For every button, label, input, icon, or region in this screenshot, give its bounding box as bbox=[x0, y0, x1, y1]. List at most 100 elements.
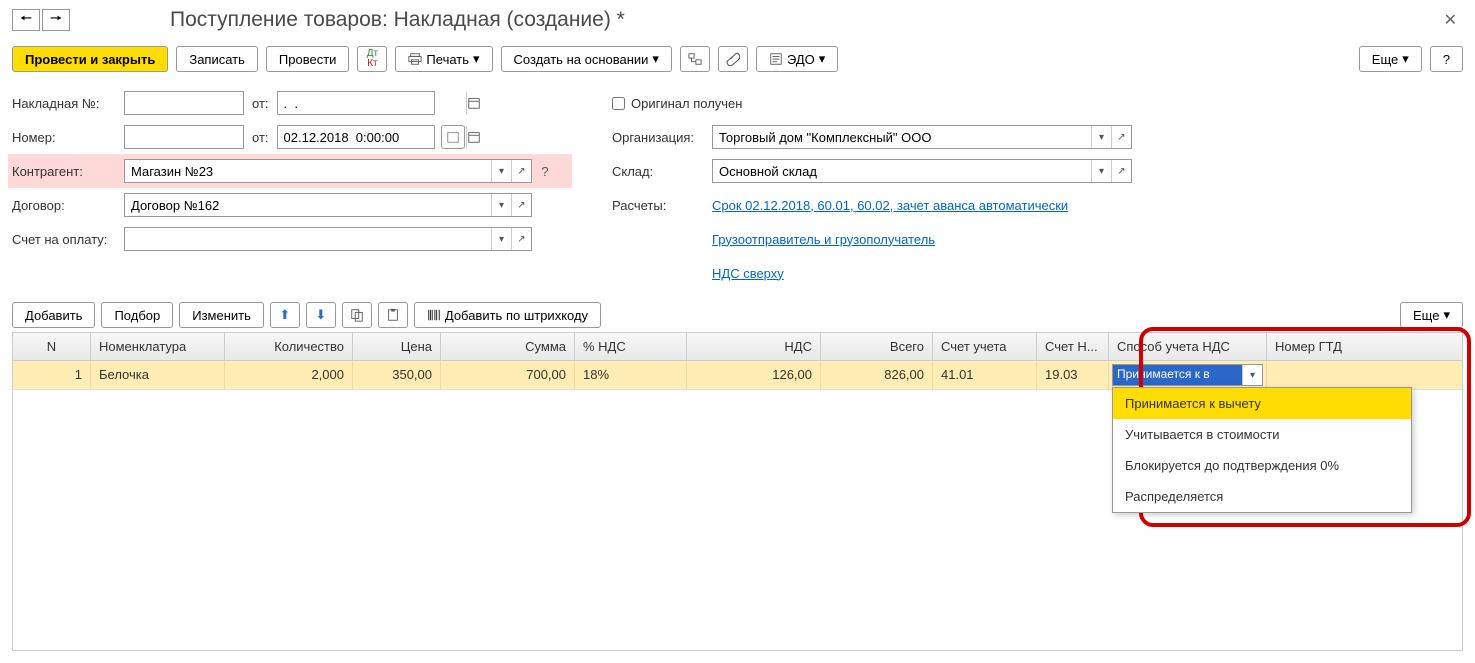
copy-button[interactable] bbox=[342, 302, 372, 328]
dropdown-item-1[interactable]: Учитывается в стоимости bbox=[1113, 419, 1411, 450]
nav-forward-button[interactable]: 🠖 bbox=[42, 9, 70, 31]
original-received-label: Оригинал получен bbox=[631, 96, 742, 111]
cell-gtd[interactable] bbox=[1267, 361, 1437, 389]
payacct-dropdown[interactable]: ▾ bbox=[491, 228, 511, 250]
table-edit-button[interactable]: Изменить bbox=[179, 302, 264, 328]
copy-icon bbox=[350, 308, 364, 322]
cell-acct[interactable]: 41.01 bbox=[933, 361, 1037, 389]
row-up-button[interactable]: ⬆ bbox=[270, 302, 300, 328]
table-pick-button[interactable]: Подбор bbox=[101, 302, 173, 328]
post-and-close-button[interactable]: Провести и закрыть bbox=[12, 46, 168, 72]
vatmethod-dropdown-button[interactable]: ▾ bbox=[1242, 365, 1262, 385]
help-button[interactable]: ? bbox=[1430, 46, 1463, 72]
shipper-link[interactable]: Грузоотправитель и грузополучатель bbox=[712, 232, 935, 247]
payacct-open[interactable]: ↗ bbox=[511, 228, 531, 250]
kontragent-help[interactable]: ? bbox=[536, 159, 554, 183]
org-input[interactable] bbox=[713, 126, 1091, 148]
col-n[interactable]: N bbox=[13, 333, 91, 360]
sklad-input[interactable] bbox=[713, 160, 1091, 182]
original-received-checkbox[interactable] bbox=[612, 97, 625, 110]
col-gtd[interactable]: Номер ГТД bbox=[1267, 333, 1437, 360]
row-down-button[interactable]: ⬇ bbox=[306, 302, 336, 328]
chevron-down-icon: ▾ bbox=[1443, 307, 1450, 323]
col-vatpct[interactable]: % НДС bbox=[575, 333, 687, 360]
table-more-button[interactable]: Еще ▾ bbox=[1400, 302, 1463, 328]
more-label: Еще bbox=[1372, 52, 1398, 67]
arrow-down-icon: ⬇ bbox=[315, 307, 326, 323]
col-acct[interactable]: Счет учета bbox=[933, 333, 1037, 360]
cell-acctn[interactable]: 19.03 bbox=[1037, 361, 1109, 389]
dropdown-item-0[interactable]: Принимается к вычету bbox=[1113, 388, 1411, 419]
raschety-label: Расчеты: bbox=[612, 198, 712, 213]
sklad-dropdown[interactable]: ▾ bbox=[1091, 160, 1111, 182]
col-qty[interactable]: Количество bbox=[225, 333, 353, 360]
cell-sum[interactable]: 700,00 bbox=[441, 361, 575, 389]
col-total[interactable]: Всего bbox=[821, 333, 933, 360]
calendar-button-2[interactable] bbox=[466, 126, 481, 148]
col-vatmethod[interactable]: Способ учета НДС bbox=[1109, 333, 1267, 360]
edo-icon bbox=[769, 52, 783, 66]
cell-nom[interactable]: Белочка bbox=[91, 361, 225, 389]
print-label: Печать bbox=[426, 52, 469, 67]
link-button[interactable] bbox=[680, 46, 710, 72]
edo-button[interactable]: ЭДО ▾ bbox=[756, 46, 838, 72]
dogovor-input[interactable] bbox=[125, 194, 491, 216]
more-button[interactable]: Еще ▾ bbox=[1359, 46, 1422, 72]
cell-vatmethod[interactable]: Принимается к в ▾ Принимается к вычету У… bbox=[1109, 361, 1267, 389]
sklad-open[interactable]: ↗ bbox=[1111, 160, 1131, 182]
calendar-button-1[interactable] bbox=[466, 92, 481, 114]
extra-date-button[interactable] bbox=[441, 125, 465, 149]
dogovor-open[interactable]: ↗ bbox=[511, 194, 531, 216]
paperclip-icon bbox=[726, 52, 740, 66]
link-icon bbox=[688, 52, 702, 66]
org-open[interactable]: ↗ bbox=[1111, 126, 1131, 148]
post-button[interactable]: Провести bbox=[266, 46, 350, 72]
printer-icon bbox=[408, 52, 422, 66]
chevron-down-icon: ▾ bbox=[1402, 51, 1409, 67]
raschety-link[interactable]: Срок 02.12.2018, 60.01, 60.02, зачет ава… bbox=[712, 198, 1068, 213]
close-button[interactable]: ✕ bbox=[1438, 8, 1463, 32]
cell-price[interactable]: 350,00 bbox=[353, 361, 441, 389]
vat-link[interactable]: НДС сверху bbox=[712, 266, 784, 281]
barcode-icon bbox=[427, 308, 441, 322]
org-dropdown[interactable]: ▾ bbox=[1091, 126, 1111, 148]
cell-vatpct[interactable]: 18% bbox=[575, 361, 687, 389]
col-vat[interactable]: НДС bbox=[687, 333, 821, 360]
invoice-date-input[interactable] bbox=[278, 92, 466, 114]
cell-qty[interactable]: 2,000 bbox=[225, 361, 353, 389]
table-row[interactable]: 1 Белочка 2,000 350,00 700,00 18% 126,00… bbox=[13, 361, 1462, 390]
create-based-on-button[interactable]: Создать на основании ▾ bbox=[501, 46, 672, 72]
page-title: Поступление товаров: Накладная (создание… bbox=[170, 8, 1438, 32]
col-sum[interactable]: Сумма bbox=[441, 333, 575, 360]
chevron-down-icon: ▾ bbox=[473, 51, 480, 67]
create-based-label: Создать на основании bbox=[514, 52, 649, 67]
col-price[interactable]: Цена bbox=[353, 333, 441, 360]
nav-back-button[interactable]: 🠔 bbox=[12, 9, 40, 31]
dtkt-button[interactable]: ДтКт bbox=[357, 46, 387, 72]
edo-label: ЭДО bbox=[787, 52, 815, 67]
cell-vat[interactable]: 126,00 bbox=[687, 361, 821, 389]
payacct-label: Счет на оплату: bbox=[12, 232, 124, 247]
print-button[interactable]: Печать ▾ bbox=[395, 46, 492, 72]
kontragent-dropdown[interactable]: ▾ bbox=[491, 160, 511, 182]
cell-total[interactable]: 826,00 bbox=[821, 361, 933, 389]
vatmethod-selected[interactable]: Принимается к в bbox=[1113, 365, 1242, 385]
barcode-add-button[interactable]: Добавить по штрихкоду bbox=[414, 302, 601, 328]
table-add-button[interactable]: Добавить bbox=[12, 302, 95, 328]
payacct-input[interactable] bbox=[125, 228, 491, 250]
arrow-up-icon: ⬆ bbox=[279, 307, 290, 323]
col-acctn[interactable]: Счет Н... bbox=[1037, 333, 1109, 360]
kontragent-input[interactable] bbox=[125, 160, 491, 182]
sklad-label: Склад: bbox=[612, 164, 712, 179]
paste-button[interactable] bbox=[378, 302, 408, 328]
calendar-icon bbox=[467, 96, 481, 110]
col-nom[interactable]: Номенклатура bbox=[91, 333, 225, 360]
kontragent-open[interactable]: ↗ bbox=[511, 160, 531, 182]
save-button[interactable]: Записать bbox=[176, 46, 258, 72]
doc-date-input[interactable] bbox=[278, 126, 466, 148]
dropdown-item-3[interactable]: Распределяется bbox=[1113, 481, 1411, 512]
dropdown-item-2[interactable]: Блокируется до подтверждения 0% bbox=[1113, 450, 1411, 481]
dogovor-dropdown[interactable]: ▾ bbox=[491, 194, 511, 216]
attachment-button[interactable] bbox=[718, 46, 748, 72]
dogovor-label: Договор: bbox=[12, 198, 124, 213]
